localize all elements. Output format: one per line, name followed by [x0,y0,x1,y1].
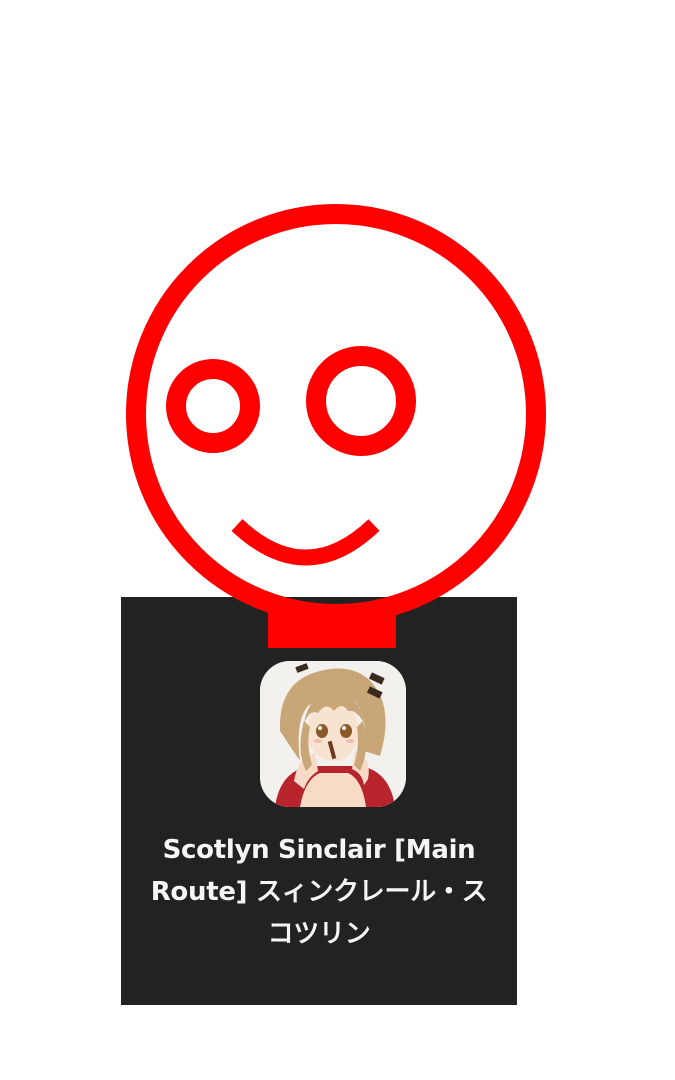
character-avatar [260,661,406,807]
character-name[interactable]: Scotlyn Sinclair [Main Route] スィンクレール・スコ… [141,829,497,955]
character-card[interactable]: Scotlyn Sinclair [Main Route] スィンクレール・スコ… [121,597,517,1005]
smiley-face-icon [126,204,546,648]
